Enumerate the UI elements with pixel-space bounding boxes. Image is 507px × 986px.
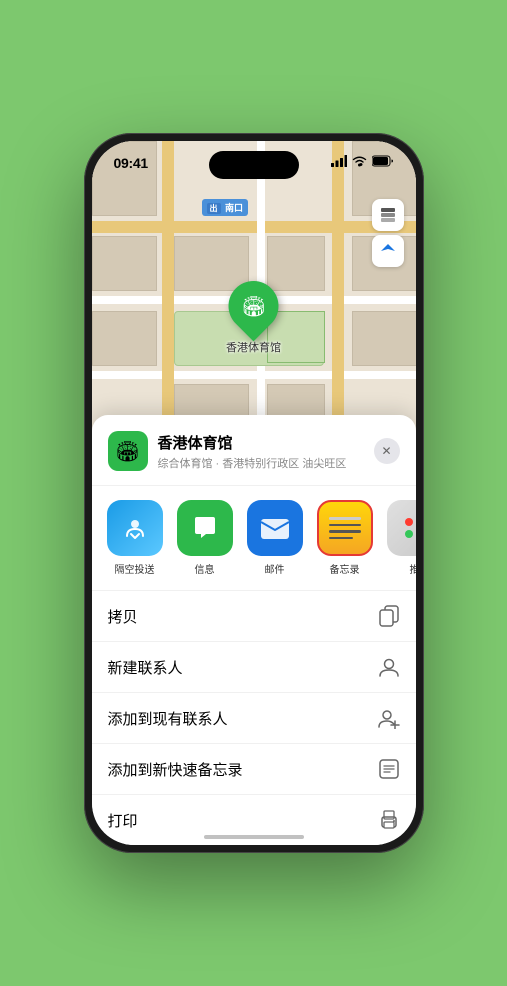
status-icons: [331, 155, 394, 167]
map-layers-button[interactable]: [372, 199, 404, 231]
notes-icon-wrap: [317, 500, 373, 556]
action-item-copy[interactable]: 拷贝: [92, 591, 416, 642]
share-item-more[interactable]: 推: [384, 500, 416, 576]
phone-frame: 09:41: [84, 133, 424, 853]
map-block: [92, 236, 157, 291]
dynamic-island: [209, 151, 299, 179]
action-label-copy: 拷贝: [108, 606, 138, 627]
road-h: [92, 371, 416, 379]
map-location-button[interactable]: [372, 235, 404, 267]
share-item-airdrop[interactable]: 隔空投送: [104, 500, 166, 576]
messages-icon: [190, 514, 220, 542]
marker-label: 香港体育馆: [226, 339, 281, 355]
map-block: [352, 311, 416, 366]
messages-label: 信息: [195, 561, 215, 576]
status-time: 09:41: [114, 155, 148, 171]
note-icon: [378, 758, 400, 780]
person-icon: [378, 656, 400, 678]
action-label-add-contact: 添加到现有联系人: [108, 708, 228, 729]
action-label-print: 打印: [108, 810, 138, 831]
share-item-mail[interactable]: 邮件: [244, 500, 306, 576]
stadium-marker: 🏟 香港体育馆: [226, 281, 281, 355]
action-label-quick-note: 添加到新快速备忘录: [108, 759, 243, 780]
layers-icon: [379, 206, 397, 224]
phone-screen: 09:41: [92, 141, 416, 845]
place-name: 香港体育馆: [158, 432, 374, 453]
person-add-icon: [378, 707, 400, 729]
place-description: 综合体育馆 · 香港特别行政区 油尖旺区: [158, 455, 374, 471]
map-entrance-label: 出 南口: [202, 199, 249, 216]
bottom-sheet: 🏟 香港体育馆 综合体育馆 · 香港特别行政区 油尖旺区 ✕: [92, 415, 416, 845]
action-item-new-contact[interactable]: 新建联系人: [92, 642, 416, 693]
stadium-icon: 🏟: [241, 294, 266, 319]
mail-label: 邮件: [265, 561, 285, 576]
airdrop-icon: [121, 514, 149, 542]
home-indicator: [204, 835, 304, 839]
more-label: 推: [410, 561, 416, 576]
airdrop-label: 隔空投送: [115, 561, 155, 576]
mail-icon: [259, 516, 291, 540]
share-actions-row: 隔空投送 信息: [92, 486, 416, 591]
close-button[interactable]: ✕: [374, 438, 400, 464]
wifi-icon: [352, 155, 367, 167]
more-icon-wrap: [387, 500, 416, 556]
action-item-quick-note[interactable]: 添加到新快速备忘录: [92, 744, 416, 795]
messages-icon-wrap: [177, 500, 233, 556]
action-label-new-contact: 新建联系人: [108, 657, 183, 678]
location-arrow-icon: [379, 242, 397, 260]
share-item-messages[interactable]: 信息: [174, 500, 236, 576]
printer-icon: [378, 809, 400, 831]
copy-icon: [378, 605, 400, 627]
marker-pin: 🏟: [218, 271, 289, 342]
notes-lines: [329, 515, 361, 542]
road-h: [92, 221, 416, 233]
more-dots: [405, 518, 416, 538]
notes-label: 备忘录: [330, 561, 360, 576]
battery-icon: [372, 155, 394, 167]
place-header: 🏟 香港体育馆 综合体育馆 · 香港特别行政区 油尖旺区 ✕: [92, 431, 416, 486]
map-controls: [372, 199, 404, 271]
signal-icon: [331, 155, 347, 167]
place-info: 香港体育馆 综合体育馆 · 香港特别行政区 油尖旺区: [158, 432, 374, 471]
mail-icon-wrap: [247, 500, 303, 556]
action-item-add-contact[interactable]: 添加到现有联系人: [92, 693, 416, 744]
action-list: 拷贝 新建联系人 添加到现有联系人: [92, 591, 416, 845]
place-icon: 🏟: [108, 431, 148, 471]
map-block: [92, 311, 157, 366]
airdrop-icon-wrap: [107, 500, 163, 556]
share-item-notes[interactable]: 备忘录: [314, 500, 376, 576]
